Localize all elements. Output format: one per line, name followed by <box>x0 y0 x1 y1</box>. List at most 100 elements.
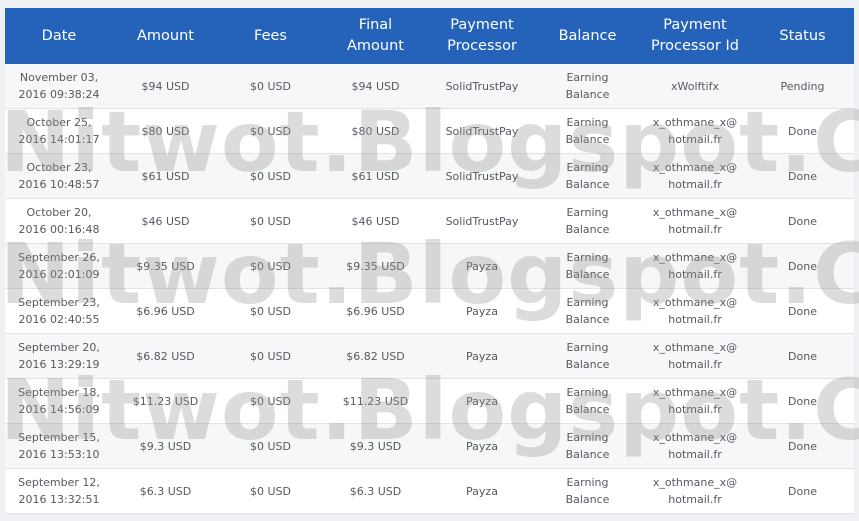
table-row[interactable]: September 18, 2016 14:56:09 $11.23 USD $0 U… <box>5 378 854 424</box>
cell-date: September 18, 2016 14:56:09 <box>5 378 113 424</box>
cell-payment-processor: Payza <box>428 333 536 379</box>
cell-amount: $46 USD <box>113 198 218 244</box>
header-amount[interactable]: Amount <box>113 8 218 64</box>
cell-date: September 23, 2016 02:40:55 <box>5 288 113 334</box>
payment-history: Date Amount Fees Final Amount Payment Proc… <box>5 8 854 514</box>
status-label: Done <box>788 169 817 183</box>
cell-date: October 25, 2016 14:01:17 <box>5 108 113 154</box>
cell-payment-processor-id: x_othmane_x@ hotmail.fr <box>639 108 751 154</box>
cell-amount: $9.3 USD <box>113 423 218 469</box>
cell-balance: Earning Balance <box>536 198 639 244</box>
cell-payment-processor-id: x_othmane_x@ hotmail.fr <box>639 288 751 334</box>
cell-payment-processor-id: x_othmane_x@ hotmail.fr <box>639 468 751 514</box>
cell-date: November 03, 2016 09:38:24 <box>5 64 113 109</box>
header-status[interactable]: Status <box>751 8 854 64</box>
status-label: Done <box>788 349 817 363</box>
cell-date: September 12, 2016 13:32:51 <box>5 468 113 514</box>
cell-final-amount: $61 USD <box>323 153 428 199</box>
table-row[interactable]: October 20, 2016 00:16:48 $46 USD $0 USD $46… <box>5 198 854 244</box>
table-header: Date Amount Fees Final Amount Payment Proc… <box>5 8 854 64</box>
header-fees[interactable]: Fees <box>218 8 323 64</box>
cell-fees: $0 USD <box>218 378 323 424</box>
cell-amount: $6.82 USD <box>113 333 218 379</box>
cell-fees: $0 USD <box>218 64 323 109</box>
cell-amount: $11.23 USD <box>113 378 218 424</box>
cell-status: Done <box>751 153 854 199</box>
cell-amount: $6.3 USD <box>113 468 218 514</box>
cell-amount: $6.96 USD <box>113 288 218 334</box>
cell-payment-processor: SolidTrustPay <box>428 153 536 199</box>
cell-payment-processor-id: x_othmane_x@ hotmail.fr <box>639 153 751 199</box>
cell-status: Done <box>751 288 854 334</box>
header-date[interactable]: Date <box>5 8 113 64</box>
cell-fees: $0 USD <box>218 333 323 379</box>
cell-amount: $94 USD <box>113 64 218 109</box>
cell-status: Done <box>751 333 854 379</box>
cell-balance: Earning Balance <box>536 243 639 289</box>
cell-payment-processor-id: x_othmane_x@ hotmail.fr <box>639 243 751 289</box>
cell-amount: $61 USD <box>113 153 218 199</box>
cell-fees: $0 USD <box>218 243 323 289</box>
table-body: November 03, 2016 09:38:24 $94 USD $0 USD $9… <box>5 64 854 514</box>
cell-status: Done <box>751 423 854 469</box>
cell-payment-processor-id: x_othmane_x@ hotmail.fr <box>639 198 751 244</box>
cell-balance: Earning Balance <box>536 64 639 109</box>
header-final-amount[interactable]: Final Amount <box>323 8 428 64</box>
cell-balance: Earning Balance <box>536 378 639 424</box>
cell-payment-processor: SolidTrustPay <box>428 108 536 154</box>
cell-amount: $9.35 USD <box>113 243 218 289</box>
header-balance[interactable]: Balance <box>536 8 639 64</box>
cell-final-amount: $9.35 USD <box>323 243 428 289</box>
cell-fees: $0 USD <box>218 468 323 514</box>
header-row: Date Amount Fees Final Amount Payment Proc… <box>5 8 854 64</box>
cell-status: Done <box>751 468 854 514</box>
cell-status: Done <box>751 243 854 289</box>
table-row[interactable]: November 03, 2016 09:38:24 $94 USD $0 USD $9… <box>5 64 854 109</box>
header-payment-processor[interactable]: Payment Processor <box>428 8 536 64</box>
table-row[interactable]: September 23, 2016 02:40:55 $6.96 USD $0 US… <box>5 288 854 334</box>
table-row[interactable]: September 26, 2016 02:01:09 $9.35 USD $0 US… <box>5 243 854 289</box>
cell-payment-processor: SolidTrustPay <box>428 198 536 244</box>
cell-fees: $0 USD <box>218 423 323 469</box>
cell-final-amount: $11.23 USD <box>323 378 428 424</box>
cell-payment-processor: SolidTrustPay <box>428 64 536 109</box>
cell-fees: $0 USD <box>218 153 323 199</box>
cell-status: Done <box>751 198 854 244</box>
cell-status: Done <box>751 108 854 154</box>
cell-final-amount: $6.3 USD <box>323 468 428 514</box>
status-label: Done <box>788 214 817 228</box>
table-row[interactable]: September 12, 2016 13:32:51 $6.3 USD $0 USD… <box>5 468 854 514</box>
status-label: Pending <box>780 79 825 93</box>
cell-date: September 20, 2016 13:29:19 <box>5 333 113 379</box>
cell-date: September 26, 2016 02:01:09 <box>5 243 113 289</box>
cell-payment-processor: Payza <box>428 288 536 334</box>
table-row[interactable]: October 23, 2016 10:48:57 $61 USD $0 USD $61… <box>5 153 854 199</box>
cell-payment-processor-id: x_othmane_x@ hotmail.fr <box>639 333 751 379</box>
table-row[interactable]: October 25, 2016 14:01:17 $80 USD $0 USD $80… <box>5 108 854 154</box>
status-label: Done <box>788 259 817 273</box>
cell-balance: Earning Balance <box>536 468 639 514</box>
table-row[interactable]: September 20, 2016 13:29:19 $6.82 USD $0 US… <box>5 333 854 379</box>
cell-payment-processor: Payza <box>428 243 536 289</box>
header-payment-processor-id[interactable]: Payment Processor Id <box>639 8 751 64</box>
cell-balance: Earning Balance <box>536 153 639 199</box>
table-row[interactable]: September 15, 2016 13:53:10 $9.3 USD $0 USD… <box>5 423 854 469</box>
cell-payment-processor: Payza <box>428 378 536 424</box>
cell-balance: Earning Balance <box>536 423 639 469</box>
cell-payment-processor: Payza <box>428 468 536 514</box>
cell-final-amount: $94 USD <box>323 64 428 109</box>
cell-fees: $0 USD <box>218 108 323 154</box>
cell-balance: Earning Balance <box>536 108 639 154</box>
cell-balance: Earning Balance <box>536 333 639 379</box>
cell-date: October 23, 2016 10:48:57 <box>5 153 113 199</box>
cell-status: Pending <box>751 64 854 109</box>
cell-fees: $0 USD <box>218 288 323 334</box>
cell-payment-processor-id: x_othmane_x@ hotmail.fr <box>639 378 751 424</box>
cell-final-amount: $6.96 USD <box>323 288 428 334</box>
cell-final-amount: $6.82 USD <box>323 333 428 379</box>
status-label: Done <box>788 304 817 318</box>
cell-balance: Earning Balance <box>536 288 639 334</box>
status-label: Done <box>788 484 817 498</box>
cell-date: October 20, 2016 00:16:48 <box>5 198 113 244</box>
cell-amount: $80 USD <box>113 108 218 154</box>
